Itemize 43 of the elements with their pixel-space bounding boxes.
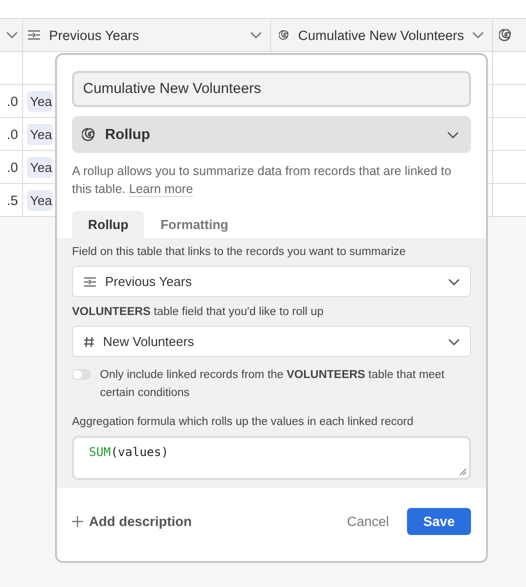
- spiral-icon: [279, 28, 290, 42]
- field-type-select[interactable]: Rollup: [72, 116, 471, 153]
- record-chip[interactable]: Yea: [27, 124, 53, 144]
- chevron-down-icon: [472, 31, 484, 39]
- linked-field-select[interactable]: Previous Years: [72, 266, 471, 297]
- save-button[interactable]: Save: [407, 508, 471, 535]
- tab[interactable]: Rollup: [72, 211, 144, 238]
- rollup-field-select[interactable]: New Volunteers: [72, 326, 471, 357]
- formula-input[interactable]: SUM(values): [72, 436, 471, 480]
- resize-grip-icon: [459, 468, 467, 476]
- chevron-down-icon: [250, 31, 262, 39]
- table-cell: .0: [6, 160, 18, 174]
- record-chip[interactable]: Yea: [27, 156, 53, 178]
- chevron-down-icon: [448, 278, 460, 286]
- lines-icon: [27, 29, 41, 41]
- learn-more-link[interactable]: Learn more: [128, 182, 193, 197]
- spiral-icon: [499, 28, 513, 42]
- lines-icon: [83, 276, 97, 288]
- tab[interactable]: Formatting: [144, 211, 244, 238]
- column-title: Cumulative New Volunteers: [298, 28, 464, 42]
- cancel-button[interactable]: Cancel: [338, 508, 397, 535]
- spiral-icon: [82, 127, 97, 142]
- add-description-button[interactable]: Add description: [72, 514, 192, 529]
- record-chip[interactable]: Yea: [27, 190, 53, 210]
- field-label: Aggregation formula which rolls up the values in each linked record: [72, 416, 414, 428]
- chevron-down-icon: [447, 130, 459, 138]
- field-name-input[interactable]: Cumulative New Volunteers: [72, 71, 471, 107]
- table-cell: .0: [6, 126, 18, 142]
- column-header[interactable]: Cumulative New Volunteers: [271, 19, 493, 51]
- description-text: A rollup allows you to summarize data from records that are linked to this table. Learn more: [72, 163, 452, 198]
- toggle-switch[interactable]: [72, 369, 91, 380]
- record-chip[interactable]: Yea: [27, 90, 53, 112]
- toggle-label: Only include linked records from the VOLUNTEERS table that meet certain conditions: [100, 368, 446, 401]
- chevron-down-icon: [6, 31, 18, 39]
- field-label: Field on this table that links to the records you want to summarize: [72, 246, 407, 258]
- table-cell: .5: [6, 192, 18, 208]
- plus-icon: [72, 516, 83, 527]
- column-header[interactable]: Previous Years: [23, 19, 271, 51]
- table-cell: .0: [6, 94, 18, 108]
- hash-icon: [83, 336, 95, 348]
- field-label: VOLUNTEERS table field that you'd like to roll up: [72, 306, 324, 318]
- column-title: Previous Years: [49, 28, 140, 42]
- chevron-down-icon: [448, 338, 460, 346]
